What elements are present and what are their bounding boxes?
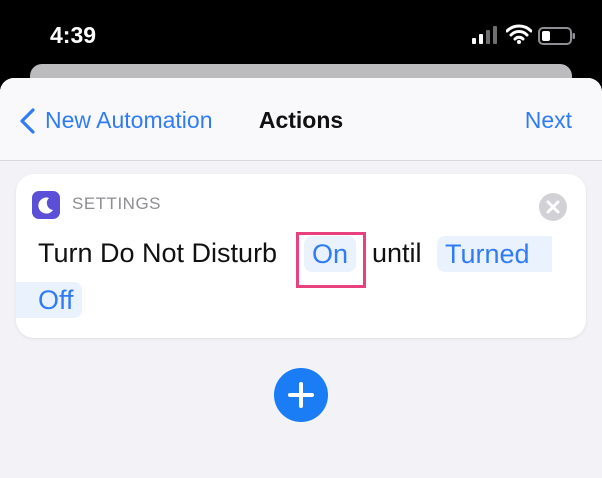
until-token-line2[interactable]: Off <box>16 282 82 318</box>
wifi-icon <box>506 24 532 44</box>
close-icon <box>546 200 560 214</box>
navigation-bar: New Automation Actions Next <box>0 78 602 161</box>
status-time: 4:39 <box>50 22 97 48</box>
next-button[interactable]: Next <box>525 107 572 134</box>
until-token-line1[interactable]: Turned <box>437 236 552 272</box>
plus-icon <box>288 382 314 408</box>
action-category-label: SETTINGS <box>72 194 162 213</box>
add-action-button[interactable] <box>274 368 328 422</box>
page-title: Actions <box>258 107 344 133</box>
cellular-signal-icon <box>472 26 497 44</box>
remove-action-button[interactable] <box>539 193 567 221</box>
highlight-annotation-box <box>296 232 366 288</box>
do-not-disturb-app-icon <box>32 191 60 219</box>
actions-sheet: New Automation Actions Next SETTINGS Tur… <box>0 78 602 478</box>
action-card: SETTINGS Turn Do Not Disturb On until Tu… <box>16 174 586 338</box>
moon-icon <box>38 197 53 214</box>
action-sentence-start: Turn Do Not Disturb <box>38 238 278 268</box>
page-title-wrap: Actions <box>0 107 602 134</box>
battery-icon <box>538 27 575 45</box>
action-connector: until <box>372 238 422 268</box>
status-bar: 4:39 <box>0 0 602 64</box>
